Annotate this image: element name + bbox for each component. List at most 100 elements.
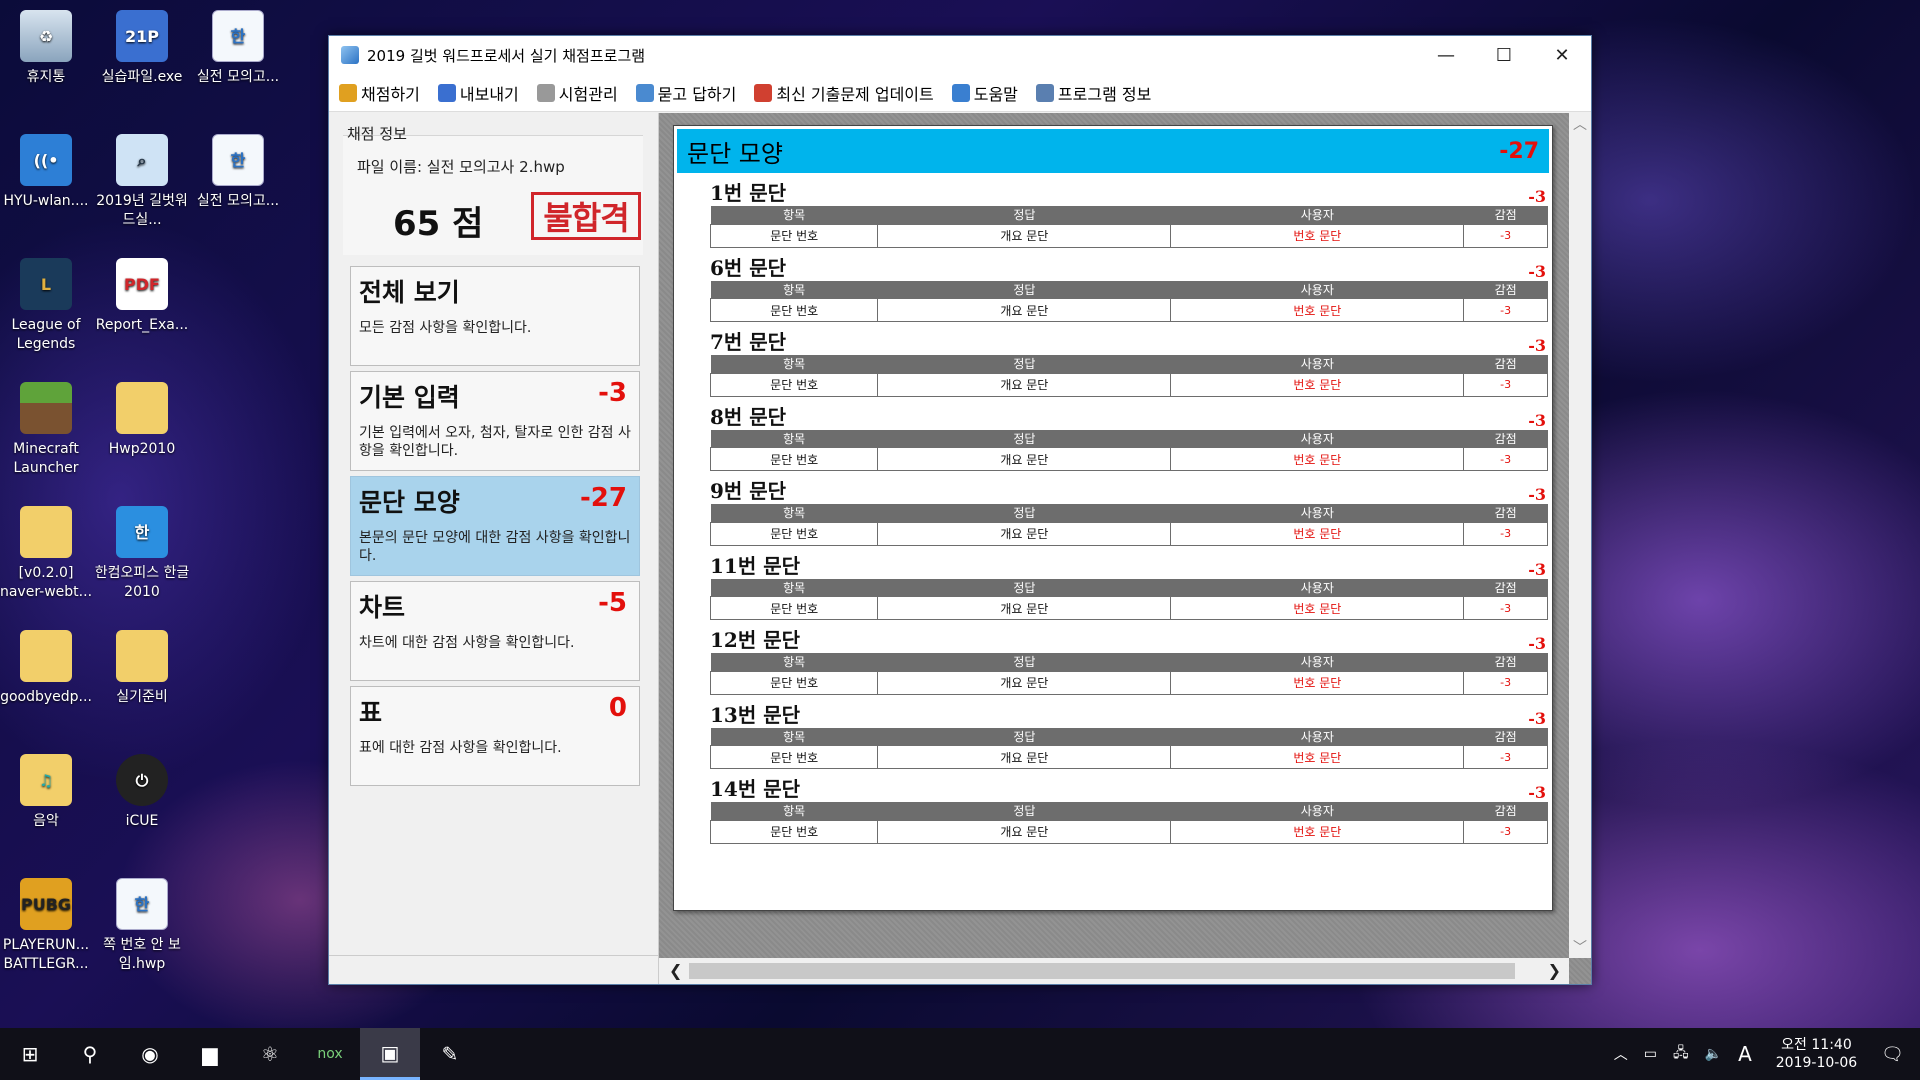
column-header: 사용자: [1170, 653, 1464, 671]
category-card[interactable]: 전체 보기 모든 감점 사항을 확인합니다.: [350, 266, 640, 366]
desktop-icon[interactable]: [v0.2.0] naver-webt...: [0, 502, 94, 602]
scroll-left-icon[interactable]: ❮: [669, 961, 682, 980]
column-header: 사용자: [1170, 206, 1464, 224]
paragraph-name: 11번 문단: [710, 553, 800, 578]
desktop-icon[interactable]: Hwp2010: [94, 378, 190, 459]
battery-icon[interactable]: ▭: [1644, 1046, 1657, 1062]
maximize-button[interactable]: ☐: [1475, 36, 1533, 74]
save-icon: [437, 83, 456, 102]
desktop-icon[interactable]: 실기준비: [94, 626, 190, 707]
desktop-icon[interactable]: 한쪽 번호 안 보임.hwp: [94, 874, 190, 974]
category-title: 차트: [359, 593, 406, 622]
volume-icon[interactable]: 🔈: [1705, 1046, 1722, 1062]
desktop-icon[interactable]: Minecraft Launcher: [0, 378, 94, 478]
column-header: 감점: [1463, 429, 1548, 448]
start-button[interactable]: ⊞: [0, 1028, 60, 1080]
user-cell: 번호 문단: [1170, 298, 1465, 322]
answer-cell: 개요 문단: [877, 223, 1172, 248]
horizontal-scrollbar[interactable]: ❮ ❯: [659, 958, 1569, 984]
desktop-icon[interactable]: goodbyedp...: [0, 626, 94, 707]
category-card[interactable]: 차트 -5 차트에 대한 감점 사항을 확인합니다.: [350, 581, 640, 681]
paragraph-section: 1번 문단 -3 항목 정답 사용자 감점 문단 번호 개요 문단 번호 문단 -3: [709, 178, 1548, 248]
column-header: 항목: [710, 802, 878, 820]
hancom-app[interactable]: ✎: [420, 1028, 480, 1080]
menu-item-6[interactable]: 프로그램 정보: [1035, 81, 1152, 105]
paragraph-points: -3: [1528, 410, 1546, 430]
category-card[interactable]: 기본 입력 -3 기본 입력에서 오자, 첨자, 탈자로 인한 감점 사항을 확인합…: [350, 371, 640, 471]
minimize-button[interactable]: —: [1417, 36, 1475, 74]
desktop-icon-label: Minecraft Launcher: [13, 441, 79, 476]
nox-app[interactable]: nox: [300, 1028, 360, 1080]
desktop-icon[interactable]: ♻ 휴지통: [0, 6, 94, 87]
category-card[interactable]: 문단 모양 -27 본문의 문단 모양에 대한 감점 사항을 확인합니다.: [350, 476, 640, 576]
horizontal-scroll-thumb[interactable]: [689, 963, 1515, 979]
desktop-icon[interactable]: 한 실전 모의고...: [190, 6, 286, 87]
folder-icon: [20, 630, 72, 682]
ime-indicator[interactable]: A: [1738, 1042, 1752, 1066]
desktop-icon[interactable]: ⏻ iCUE: [94, 750, 190, 831]
menu-item-label: 프로그램 정보: [1057, 84, 1152, 104]
column-header: 정답: [877, 802, 1171, 820]
chrome-app[interactable]: ◉: [120, 1028, 180, 1080]
notification-icon[interactable]: 🗨: [1881, 1044, 1904, 1065]
menu-item-1[interactable]: 내보내기: [437, 81, 519, 105]
paragraph-name: 12번 문단: [710, 628, 800, 652]
vertical-scrollbar[interactable]: ︿ ﹀: [1569, 113, 1591, 958]
desktop-icon[interactable]: PUBG PLAYERUN... BATTLEGR...: [0, 874, 94, 974]
paragraph-section: 9번 문단 -3 항목 정답 사용자 감점 문단 번호 개요 문단 번호 문단 -3: [709, 476, 1548, 546]
detail-header: 문단 모양 -27: [677, 129, 1549, 173]
menu-item-3[interactable]: 묻고 답하기: [635, 81, 736, 105]
deduction-cell: -3: [1463, 298, 1548, 322]
show-hidden-icons-icon[interactable]: ︿: [1614, 1044, 1628, 1064]
desktop-icon[interactable]: 한 실전 모의고...: [190, 130, 286, 211]
paragraph-points: -3: [1528, 634, 1546, 653]
network-icon[interactable]: 🖧: [1673, 1042, 1689, 1066]
deduction-table: 항목 정답 사용자 감점 문단 번호 개요 문단 번호 문단 -3: [709, 504, 1548, 546]
answer-cell: 개요 문단: [877, 298, 1172, 322]
clock[interactable]: 오전 11:40 2019-10-06: [1776, 1036, 1857, 1072]
desktop-icon[interactable]: PDF Report_Exa...: [94, 254, 190, 335]
menu-item-2[interactable]: 시험관리: [536, 81, 618, 105]
left-panel: 파일 이름: 실전 모의고사 2.hwp 65 점 불합격 채점 정보 전체 보…: [329, 113, 659, 984]
table-row: 문단 번호 개요 문단 번호 문단 -3: [709, 745, 1548, 769]
detail-document: 문단 모양 -27 1번 문단 -3 항목 정답 사용자 감점 문단 번호 개요 문단 번호 문…: [673, 125, 1553, 911]
scroll-down-icon[interactable]: ﹀: [1569, 936, 1591, 958]
desktop-icon[interactable]: 한 한컴오피스 한글 2010: [94, 502, 190, 602]
title-bar[interactable]: 2019 길벗 워드프로세서 실기 채점프로그램 — ☐ ✕: [329, 36, 1591, 74]
user-cell: 번호 문단: [1170, 521, 1465, 546]
deduction-cell: -3: [1463, 447, 1548, 471]
scroll-right-icon[interactable]: ❯: [1548, 961, 1561, 980]
desktop-icon-label: 실전 모의고...: [196, 193, 280, 209]
answer-cell: 개요 문단: [877, 372, 1172, 397]
paragraph-section: 14번 문단 -3 항목 정답 사용자 감점 문단 번호 개요 문단 번호 문단 -3: [709, 774, 1548, 844]
desktop-icon[interactable]: ♫ 음악: [0, 750, 94, 831]
deduction-cell: -3: [1463, 745, 1548, 769]
file-explorer-app[interactable]: ▆: [180, 1028, 240, 1080]
electron-app[interactable]: ⚛: [240, 1028, 300, 1080]
column-header: 사용자: [1170, 429, 1464, 448]
close-button[interactable]: ✕: [1533, 36, 1591, 74]
category-card[interactable]: 표 0 표에 대한 감점 사항을 확인합니다.: [350, 686, 640, 786]
grading-info-title: 채점 정보: [347, 125, 407, 143]
column-header: 정답: [877, 280, 1171, 299]
desktop-icon[interactable]: ((• HYU-wlan....: [0, 130, 94, 211]
menu-item-5[interactable]: 도움말: [951, 81, 1018, 105]
clock-date: 2019-10-06: [1775, 1055, 1858, 1071]
paragraph-name: 14번 문단: [710, 777, 800, 801]
folder-icon: [116, 630, 168, 682]
grading-app-icon: ▣: [380, 1040, 400, 1065]
answer-cell: 개요 문단: [877, 447, 1172, 471]
desktop-icon-label: [v0.2.0] naver-webt...: [0, 565, 93, 600]
result-stamp: 불합격: [531, 192, 641, 240]
scroll-up-icon[interactable]: ︿: [1569, 113, 1591, 135]
desktop-icon[interactable]: 21P 실습파일.exe: [94, 6, 190, 87]
search-button[interactable]: ⚲: [60, 1028, 120, 1080]
desktop-icon[interactable]: L League of Legends: [0, 254, 94, 354]
column-header: 정답: [877, 504, 1171, 522]
desktop-icon[interactable]: ⌕ 2019년 길벗워드실...: [94, 130, 190, 230]
column-header: 항목: [710, 727, 878, 746]
menu-item-0[interactable]: 채점하기: [339, 81, 420, 105]
menu-item-4[interactable]: 최신 기출문제 업데이트: [754, 81, 934, 105]
grading-app[interactable]: ▣: [360, 1028, 420, 1080]
desktop-icon-label: 실전 모의고...: [196, 69, 280, 85]
